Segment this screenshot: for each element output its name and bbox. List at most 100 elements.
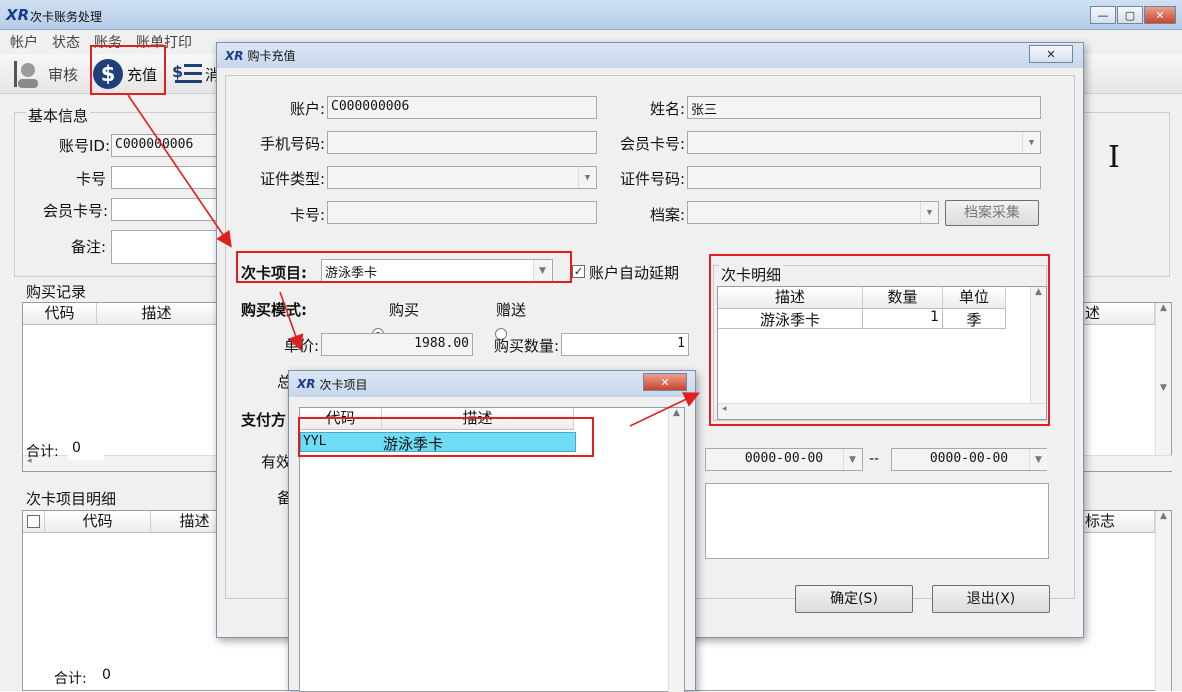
quantity-label: 购买数量: (493, 337, 559, 355)
menu-item-account[interactable]: 帐户 (10, 35, 38, 51)
minimize-button[interactable]: — (1090, 6, 1116, 24)
detail-row-desc[interactable]: 游泳季卡 (718, 309, 863, 329)
card-items-detail-title: 次卡项目明细 (26, 490, 117, 508)
card-item-grid[interactable]: 代码 描述 YYL 游泳季卡 ▲ (299, 407, 685, 692)
id-no-label: 证件号码: (619, 170, 685, 188)
auto-extend-checkbox[interactable]: ✓ (572, 265, 585, 278)
remark-field[interactable] (111, 230, 221, 264)
valid-to-date[interactable]: 0000-00-00 (891, 448, 1047, 471)
select-all-header[interactable] (23, 511, 45, 533)
recharge-dialog-titlebar: XR 购卡充值 (217, 43, 1083, 68)
account-field[interactable]: C000000006 (327, 96, 597, 119)
dollar-icon: $ (93, 59, 123, 89)
remark-textarea[interactable] (705, 483, 1049, 559)
archive-label: 档案: (649, 206, 685, 224)
detail-row-qty[interactable]: 1 (863, 309, 943, 329)
detail-row-unit[interactable]: 季 (943, 309, 1006, 329)
horizontal-scrollbar[interactable]: ◂ (718, 403, 1046, 419)
column-header-unit[interactable]: 单位 (943, 287, 1006, 309)
column-header-code[interactable]: 代码 (23, 303, 97, 325)
chevron-down-icon[interactable]: ▼ (843, 449, 861, 470)
column-header-desc-right[interactable]: 述 (1083, 303, 1155, 325)
list-money-icon: $ (172, 62, 202, 83)
row-code: YYL (303, 434, 327, 449)
phone-label: 手机号码: (259, 135, 325, 153)
detail-total-value: 0 (96, 667, 150, 687)
card-detail-title: 次卡明细 (719, 264, 784, 285)
id-type-select[interactable]: ▼ (327, 166, 597, 189)
vertical-scrollbar[interactable]: ▲ (1155, 511, 1171, 691)
chevron-down-icon[interactable]: ▼ (920, 202, 938, 223)
id-no-field[interactable] (687, 166, 1041, 189)
dialog-close-button[interactable]: ✕ (1029, 45, 1073, 63)
card-item-label: 次卡项目: (241, 264, 307, 282)
account-label: 账户: (289, 100, 325, 118)
card-no-field[interactable] (111, 166, 221, 189)
exit-button[interactable]: 退出(X) (932, 585, 1050, 613)
column-header-desc[interactable]: 描述 (97, 303, 217, 325)
recharge-dialog-title: 购卡充值 (247, 49, 296, 63)
quantity-field[interactable]: 1 (561, 333, 689, 356)
detail-total-label: 合计: (54, 671, 87, 687)
card-no-label: 卡号: (289, 206, 325, 224)
id-type-label: 证件类型: (259, 170, 325, 188)
name-field[interactable]: 张三 (687, 96, 1041, 119)
column-header-desc[interactable]: 描述 (718, 287, 863, 309)
row-desc: 游泳季卡 (383, 435, 444, 453)
select-all-checkbox[interactable] (27, 515, 40, 528)
remark-label: 备注: (70, 238, 106, 256)
archive-select[interactable]: ▼ (687, 201, 939, 224)
column-header-qty[interactable]: 数量 (863, 287, 943, 309)
menu-item-status[interactable]: 状态 (52, 35, 80, 51)
chevron-down-icon[interactable]: ▼ (1029, 449, 1047, 470)
card-item-dialog-titlebar: XR 次卡项目 (289, 371, 695, 397)
chevron-down-icon[interactable]: ▼ (533, 260, 551, 281)
close-button[interactable]: ✕ (1144, 6, 1176, 24)
table-row[interactable]: YYL 游泳季卡 (300, 432, 576, 453)
gift-radio-label: 赠送 (496, 301, 527, 319)
column-header-code[interactable]: 代码 (300, 408, 382, 430)
menu-item-bill-print[interactable]: 账单打印 (136, 35, 192, 51)
unit-price-field[interactable]: 1988.00 (321, 333, 473, 356)
purchase-total-value: 0 (68, 440, 104, 460)
name-label: 姓名: (649, 100, 685, 118)
vertical-scrollbar[interactable]: ▲ (1030, 287, 1046, 403)
account-id-field[interactable]: C000000006 (111, 134, 221, 157)
valid-period-label: 有效 (261, 453, 292, 471)
purchase-records-title: 购买记录 (26, 283, 87, 301)
chevron-down-icon[interactable]: ▼ (578, 167, 596, 188)
confirm-button[interactable]: 确定(S) (795, 585, 913, 613)
user-audit-icon (14, 61, 38, 88)
app-logo-icon: XR (6, 6, 30, 24)
chevron-down-icon[interactable]: ▼ (1022, 132, 1040, 153)
archive-collect-button[interactable]: 档案采集 (945, 200, 1039, 226)
valid-from-date[interactable]: 0000-00-00 (705, 448, 863, 471)
unit-price-label: 单价: (283, 337, 319, 355)
column-header-code[interactable]: 代码 (45, 511, 151, 533)
column-header-desc[interactable]: 描述 (382, 408, 574, 430)
svg-text:$: $ (101, 62, 116, 86)
member-card-select[interactable]: ▼ (687, 131, 1041, 154)
column-header-flag[interactable]: 标志 (1083, 511, 1155, 533)
phone-field[interactable] (327, 131, 597, 154)
payment-label: 支付方 (241, 411, 287, 429)
buy-radio-label: 购买 (389, 301, 420, 319)
card-no-field[interactable] (327, 201, 597, 224)
audit-button[interactable]: 审核 (12, 58, 86, 90)
card-item-select[interactable]: 游泳季卡 (321, 259, 553, 282)
menu-item-accounting[interactable]: 账务 (94, 35, 122, 51)
card-item-dialog: XR 次卡项目 ✕ 代码 描述 YYL 游泳季卡 ▲ (288, 370, 696, 692)
account-id-label: 账号ID: (58, 137, 110, 155)
consume-button[interactable]: $ 消 (172, 58, 220, 90)
dialog-logo-icon: XR (297, 377, 316, 391)
auto-extend-label: 账户自动延期 (589, 264, 680, 282)
card-detail-grid[interactable]: 描述 数量 单位 游泳季卡 1 季 ▲ ◂ (717, 286, 1047, 420)
vertical-scrollbar[interactable]: ▲ (668, 408, 684, 692)
member-card-label: 会员卡号: (619, 135, 685, 153)
dialog-close-button[interactable]: ✕ (643, 373, 687, 391)
recharge-button[interactable]: $ 充值 (92, 56, 164, 92)
restore-button[interactable]: ▢ (1117, 6, 1143, 24)
text-cursor-glyph: I (1108, 140, 1120, 175)
member-card-field[interactable] (111, 198, 221, 221)
vertical-scrollbar[interactable]: ▲ ▼ (1155, 303, 1171, 455)
